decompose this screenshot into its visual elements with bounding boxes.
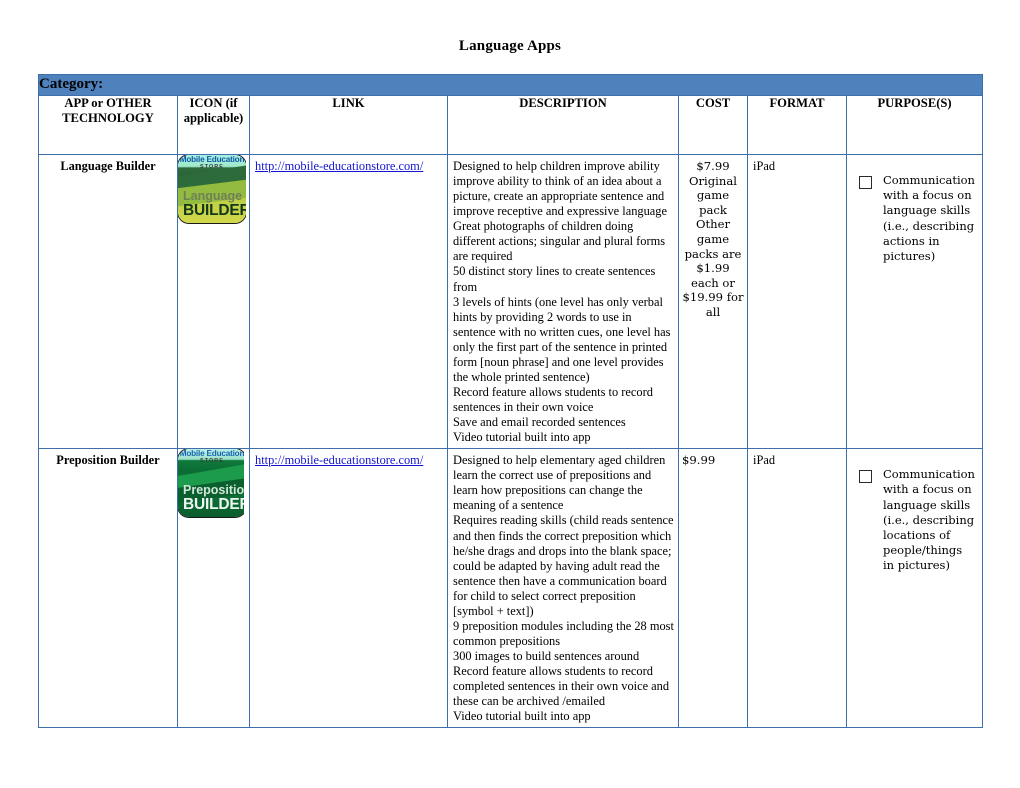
app-purpose-cell: Communication with a focus on language s… <box>845 153 984 450</box>
column-header-link: LINK <box>249 95 448 155</box>
column-header-format: FORMAT <box>747 95 847 155</box>
icon-word-builder: BUILDER <box>183 201 246 219</box>
icon-word-preposition: Preposition <box>183 482 244 497</box>
description-list: Designed to help elementary aged childre… <box>448 449 678 727</box>
app-format-cell: iPad <box>747 448 847 729</box>
app-name: Language Builder <box>60 159 156 173</box>
column-header-cost: COST <box>678 95 748 155</box>
table-row: Language Builder Mobile Education STORE … <box>38 153 984 450</box>
description-line: Designed to help elementary aged childre… <box>453 453 666 513</box>
app-description-cell: Designed to help elementary aged childre… <box>447 448 679 729</box>
description-line: 50 distinct story lines to create senten… <box>453 264 656 294</box>
description-line: Record feature allows students to record… <box>453 664 670 709</box>
column-header-app: APP or OTHER TECHNOLOGY <box>38 95 178 155</box>
icon-brand-block: Mobile Education STORE <box>179 449 244 465</box>
app-name-cell: Preposition Builder <box>38 448 178 729</box>
icon-clip: Mobile Education STORE Language BUILDER <box>178 155 246 225</box>
icon-brand-text: Mobile Education <box>179 449 244 459</box>
icon-store-text: STORE <box>200 164 224 171</box>
purpose-item[interactable]: Communication with a focus on language s… <box>847 449 982 579</box>
category-label: Category: <box>39 76 104 92</box>
language-builder-app-icon: Mobile Education STORE Language BUILDER <box>178 155 246 223</box>
table-row: Preposition Builder Mobile Education STO… <box>38 448 984 729</box>
icon-store-text: STORE <box>200 458 224 465</box>
app-link-cell[interactable]: http://mobile-educationstore.com/ <box>249 153 448 450</box>
checkbox-icon[interactable] <box>859 470 872 484</box>
app-icon-cell: Mobile Education STORE Preposition BUILD… <box>177 448 250 729</box>
description-line: 3 levels of hints (one level has only ve… <box>453 294 671 384</box>
description-line: Designed to help children improve abilit… <box>453 159 667 219</box>
mobile-education-store-link[interactable]: http://mobile-educationstore.com/ <box>255 159 423 173</box>
column-header-purpose: PURPOSE(S) <box>845 95 984 155</box>
app-description-cell: Designed to help children improve abilit… <box>447 153 679 450</box>
app-icon-cell: Mobile Education STORE Language BUILDER <box>177 153 250 450</box>
preposition-builder-app-icon: Mobile Education STORE Preposition BUILD… <box>178 449 244 518</box>
description-list: Designed to help children improve abilit… <box>448 155 678 448</box>
column-header-description: DESCRIPTION <box>447 95 679 155</box>
description-line: Record feature allows students to record… <box>453 384 653 414</box>
page-title: Language Apps <box>458 38 562 54</box>
purpose-list: Communication with a focus on language s… <box>847 155 982 270</box>
format-value: iPad <box>753 159 776 173</box>
icon-brand-text: Mobile Education <box>179 155 245 164</box>
app-cost-cell: $7.99 Original game pack Other game pack… <box>678 153 748 450</box>
language-apps-table-container: Category: APP or OTHER TECHNOLOGY ICON (… <box>37 74 984 729</box>
app-cost-cell: $9.99 <box>678 448 748 729</box>
cost-value: $9.99 <box>682 453 716 468</box>
link-wrapper: http://mobile-educationstore.com/ <box>250 155 447 177</box>
app-format-cell: iPad <box>747 153 847 450</box>
category-cell: Category: <box>37 74 984 96</box>
description-line: Save and email recorded sentences <box>453 415 626 430</box>
description-line: 9 preposition modules including the 28 m… <box>453 618 674 648</box>
app-name-cell: Language Builder <box>38 153 178 450</box>
icon-brand-block: Mobile Education STORE <box>179 155 247 171</box>
description-line: Requires reading skills (child reads sen… <box>453 513 674 618</box>
purpose-label: Communication with a focus on language s… <box>883 467 975 573</box>
icon-clip: Mobile Education STORE Preposition BUILD… <box>178 449 244 519</box>
column-header-icon: ICON (if applicable) <box>177 95 250 155</box>
icon-word-language: Language <box>183 188 243 203</box>
checkbox-icon[interactable] <box>859 176 872 189</box>
format-value: iPad <box>753 453 776 468</box>
description-line: Great photographs of children doing diff… <box>453 219 666 264</box>
column-header-row: APP or OTHER TECHNOLOGY ICON (if applica… <box>38 95 984 155</box>
app-link-cell[interactable]: http://mobile-educationstore.com/ <box>249 448 448 729</box>
purpose-item[interactable]: Communication with a focus on language s… <box>847 155 982 270</box>
language-apps-table: Category: APP or OTHER TECHNOLOGY ICON (… <box>37 74 984 729</box>
description-line: 300 images to build sentences around <box>453 649 640 663</box>
category-band-row: Category: <box>37 74 984 96</box>
link-wrapper: http://mobile-educationstore.com/ <box>250 449 447 471</box>
app-purpose-cell: Communication with a focus on language s… <box>845 448 984 729</box>
mobile-education-store-link[interactable]: http://mobile-educationstore.com/ <box>255 453 423 467</box>
cost-value: $7.99 Original game pack Other game pack… <box>682 159 744 319</box>
purpose-label: Communication with a focus on language s… <box>883 173 975 263</box>
purpose-list: Communication with a focus on language s… <box>847 449 982 579</box>
description-line: Video tutorial built into app <box>453 709 591 724</box>
icon-word-builder: BUILDER <box>183 495 244 513</box>
description-line: Video tutorial built into app <box>453 430 591 445</box>
app-name: Preposition Builder <box>56 453 160 468</box>
